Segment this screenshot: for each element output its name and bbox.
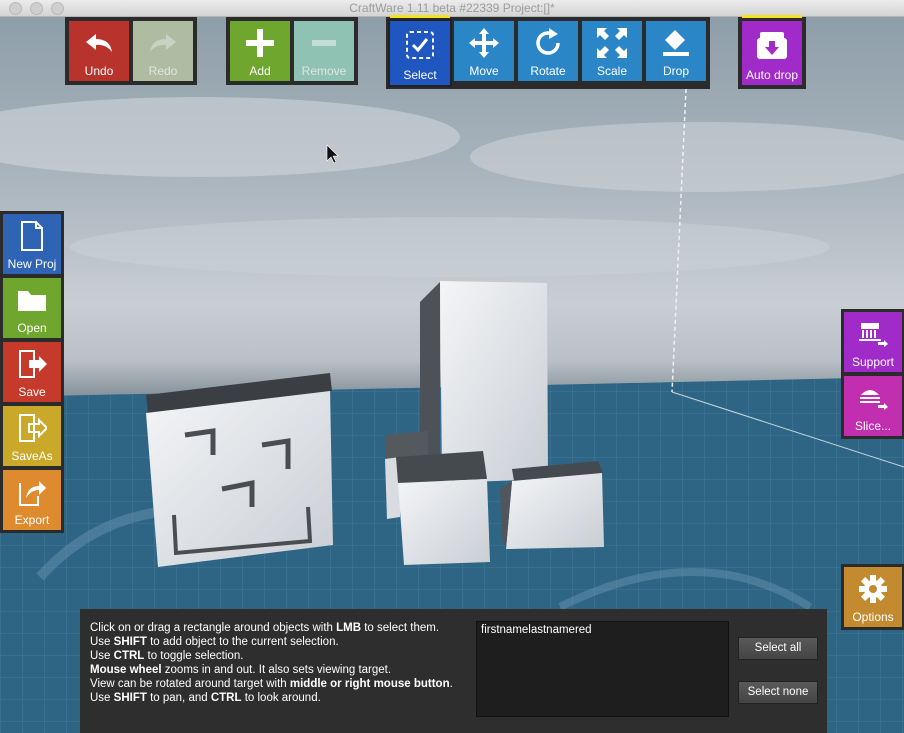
rotate-icon (533, 21, 563, 64)
move-icon (469, 21, 499, 64)
auto-drop-button[interactable]: Auto drop (742, 15, 802, 85)
support-icon (858, 312, 888, 355)
minimize-window-button[interactable] (30, 2, 43, 15)
redo-label: Redo (148, 64, 178, 78)
open-button[interactable]: Open (3, 278, 61, 338)
select-all-button[interactable]: Select all (738, 637, 818, 660)
remove-button[interactable]: Remove (294, 21, 354, 81)
new-project-label: New Proj (7, 257, 57, 271)
history-toolbar: Undo Redo (65, 17, 197, 85)
export-button[interactable]: Export (3, 470, 61, 530)
minus-icon (310, 21, 338, 64)
remove-label: Remove (301, 64, 347, 78)
slice-icon (858, 376, 888, 419)
plus-icon (246, 21, 274, 64)
scale-icon (597, 21, 627, 64)
window-title: CraftWare 1.11 beta #22339 Project:[]* (349, 1, 555, 15)
scale-label: Scale (596, 64, 628, 78)
zoom-window-button[interactable] (51, 2, 64, 15)
transform-toolbar: Select Move Rotate Scale Drop (386, 15, 710, 89)
close-window-button[interactable] (9, 2, 22, 15)
add-button[interactable]: Add (230, 21, 290, 81)
rotate-tool-button[interactable]: Rotate (518, 21, 578, 81)
redo-button[interactable]: Redo (133, 21, 193, 81)
help-line: Use CTRL to toggle selection. (90, 650, 244, 662)
help-line: Click on or drag a rectangle around obje… (90, 622, 440, 634)
rotate-label: Rotate (530, 64, 566, 78)
new-project-button[interactable]: New Proj (3, 214, 61, 274)
redo-icon (148, 21, 178, 64)
scale-tool-button[interactable]: Scale (582, 21, 642, 81)
export-icon (17, 470, 47, 513)
save-as-icon (17, 406, 47, 449)
save-label: Save (18, 385, 46, 399)
gear-icon (858, 567, 888, 610)
object-list[interactable]: firstnamelastnamered (476, 621, 729, 717)
select-tool-button[interactable]: Select (388, 15, 452, 87)
undo-label: Undo (84, 64, 114, 78)
folder-icon (17, 278, 47, 321)
drop-icon (661, 21, 691, 64)
select-icon (405, 21, 435, 68)
move-tool-button[interactable]: Move (454, 21, 514, 81)
help-line: View can be rotated around target with m… (90, 678, 453, 690)
drop-label: Drop (662, 64, 689, 78)
help-line: Mouse wheel zooms in and out. It also se… (90, 664, 392, 676)
new-file-icon (20, 214, 44, 257)
add-label: Add (249, 64, 271, 78)
move-label: Move (469, 64, 499, 78)
file-sidebar: New Proj Open Save SaveAs Export (0, 211, 64, 533)
options-group: Options (841, 564, 904, 630)
select-label: Select (403, 68, 437, 82)
options-label: Options (852, 610, 894, 624)
active-indicator (742, 15, 802, 18)
auto-drop-label: Auto drop (745, 68, 799, 82)
auto-drop-toolbar: Auto drop (738, 15, 806, 89)
tray-download-icon (756, 21, 788, 68)
support-label: Support (851, 355, 895, 369)
drop-tool-button[interactable]: Drop (646, 21, 706, 81)
save-as-button[interactable]: SaveAs (3, 406, 61, 466)
support-button[interactable]: Support (844, 312, 902, 372)
select-none-button[interactable]: Select none (738, 681, 818, 704)
undo-button[interactable]: Undo (69, 21, 129, 81)
slice-label: Slice... (854, 419, 891, 433)
help-text: Click on or drag a rectangle around obje… (90, 621, 453, 705)
undo-icon (84, 21, 114, 64)
help-line: Use SHIFT to pan, and CTRL to look aroun… (90, 692, 321, 704)
open-label: Open (17, 321, 47, 335)
save-as-label: SaveAs (11, 449, 53, 463)
active-indicator (390, 15, 450, 18)
save-icon (17, 342, 47, 385)
save-button[interactable]: Save (3, 342, 61, 402)
add-remove-toolbar: Add Remove (226, 17, 358, 85)
help-line: Use SHIFT to add object to the current s… (90, 636, 339, 648)
process-sidebar: Support Slice... (841, 309, 904, 439)
export-label: Export (14, 513, 50, 527)
window-controls (9, 2, 64, 15)
list-item[interactable]: firstnamelastnamered (481, 624, 724, 636)
options-button[interactable]: Options (844, 567, 902, 627)
slice-button[interactable]: Slice... (844, 376, 902, 436)
info-panel: Click on or drag a rectangle around obje… (80, 609, 827, 733)
